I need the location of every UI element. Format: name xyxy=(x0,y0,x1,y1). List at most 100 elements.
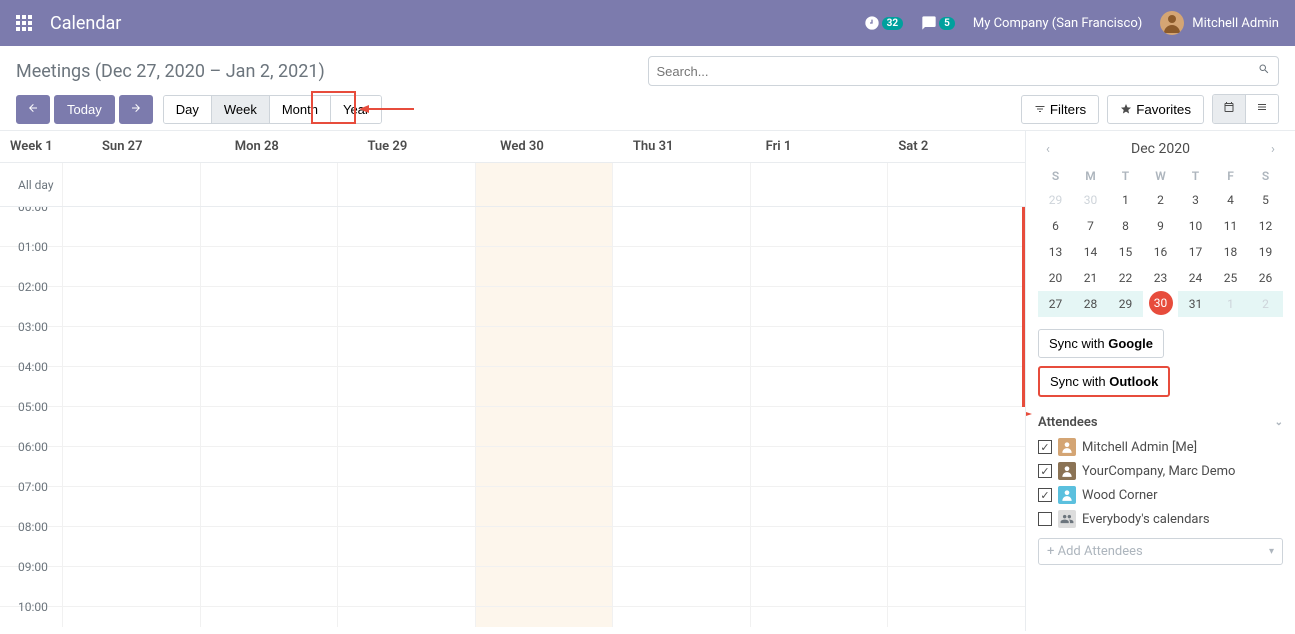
hour-cell[interactable] xyxy=(337,407,475,446)
hour-cell[interactable] xyxy=(612,207,750,246)
hour-cell[interactable] xyxy=(887,527,1025,566)
mini-day[interactable]: 19 xyxy=(1248,239,1283,265)
hour-cell[interactable] xyxy=(887,207,1025,246)
hour-cell[interactable] xyxy=(62,367,200,406)
favorites-button[interactable]: Favorites xyxy=(1107,95,1204,124)
hour-cell[interactable] xyxy=(475,327,613,366)
hour-cell[interactable] xyxy=(62,247,200,286)
hour-cell[interactable] xyxy=(62,207,200,246)
hour-cell[interactable] xyxy=(337,247,475,286)
hour-cell[interactable] xyxy=(750,567,888,606)
mini-day[interactable]: 26 xyxy=(1248,265,1283,291)
hour-cell[interactable] xyxy=(750,527,888,566)
chevron-down-icon[interactable]: ⌄ xyxy=(1275,417,1283,428)
mini-day[interactable]: 1 xyxy=(1108,187,1143,213)
hour-cell[interactable] xyxy=(612,487,750,526)
sync-outlook-button[interactable]: Sync with Outlook xyxy=(1038,366,1170,397)
today-button[interactable]: Today xyxy=(54,95,115,124)
mini-day[interactable]: 30 xyxy=(1073,187,1108,213)
scale-week[interactable]: Week xyxy=(212,96,270,123)
allday-cell[interactable] xyxy=(200,163,338,206)
hour-cell[interactable] xyxy=(200,327,338,366)
mini-prev-icon[interactable]: ‹ xyxy=(1038,142,1058,157)
calendar-view-button[interactable] xyxy=(1213,95,1246,123)
hour-cell[interactable] xyxy=(750,407,888,446)
hour-cell[interactable] xyxy=(62,327,200,366)
hour-cell[interactable] xyxy=(337,567,475,606)
mini-day[interactable]: 10 xyxy=(1178,213,1213,239)
hour-cell[interactable] xyxy=(612,607,750,627)
hour-cell[interactable] xyxy=(200,567,338,606)
hour-cell[interactable] xyxy=(200,247,338,286)
hour-cell[interactable] xyxy=(200,207,338,246)
hour-cell[interactable] xyxy=(887,287,1025,326)
mini-day[interactable]: 24 xyxy=(1178,265,1213,291)
attendee-checkbox[interactable] xyxy=(1038,488,1052,502)
hour-cell[interactable] xyxy=(750,447,888,486)
hour-cell[interactable] xyxy=(887,607,1025,627)
mini-day[interactable]: 23 xyxy=(1143,265,1178,291)
day-header[interactable]: Sun 27 xyxy=(62,139,229,154)
allday-cell[interactable] xyxy=(62,163,200,206)
hour-cell[interactable] xyxy=(887,407,1025,446)
day-header[interactable]: Sat 2 xyxy=(892,139,1025,154)
add-attendee-input[interactable]: + Add Attendees ▾ xyxy=(1038,538,1283,565)
mini-day[interactable]: 20 xyxy=(1038,265,1073,291)
mini-day[interactable]: 6 xyxy=(1038,213,1073,239)
hour-cell[interactable] xyxy=(62,447,200,486)
hour-cell[interactable] xyxy=(62,607,200,627)
hour-cell[interactable] xyxy=(887,247,1025,286)
mini-day[interactable]: 13 xyxy=(1038,239,1073,265)
hour-cell[interactable] xyxy=(337,527,475,566)
mini-day[interactable]: 9 xyxy=(1143,213,1178,239)
hour-cell[interactable] xyxy=(612,527,750,566)
user-menu[interactable]: Mitchell Admin xyxy=(1160,11,1279,35)
hour-cell[interactable] xyxy=(475,367,613,406)
attendee-checkbox[interactable] xyxy=(1038,464,1052,478)
day-header[interactable]: Thu 31 xyxy=(627,139,760,154)
hour-cell[interactable] xyxy=(475,447,613,486)
hour-cell[interactable] xyxy=(337,607,475,627)
mini-day[interactable]: 7 xyxy=(1073,213,1108,239)
time-grid[interactable]: 00:0001:0002:0003:0004:0005:0006:0007:00… xyxy=(0,207,1025,627)
hour-cell[interactable] xyxy=(750,207,888,246)
hour-cell[interactable] xyxy=(750,367,888,406)
hour-cell[interactable] xyxy=(337,367,475,406)
hour-cell[interactable] xyxy=(612,367,750,406)
hour-cell[interactable] xyxy=(200,367,338,406)
apps-menu-icon[interactable] xyxy=(16,15,32,31)
mini-day[interactable]: 2 xyxy=(1248,291,1283,317)
list-view-button[interactable] xyxy=(1246,95,1278,123)
sync-google-button[interactable]: Sync with Google xyxy=(1038,329,1164,358)
scale-day[interactable]: Day xyxy=(164,96,212,123)
mini-day[interactable]: 5 xyxy=(1248,187,1283,213)
hour-cell[interactable] xyxy=(62,407,200,446)
day-header[interactable]: Wed 30 xyxy=(494,139,627,154)
activity-indicator[interactable]: 32 xyxy=(864,15,903,31)
mini-day[interactable]: 30 xyxy=(1149,291,1173,315)
mini-day[interactable]: 17 xyxy=(1178,239,1213,265)
mini-day[interactable]: 21 xyxy=(1073,265,1108,291)
search-box[interactable] xyxy=(648,56,1280,86)
allday-cell[interactable] xyxy=(337,163,475,206)
hour-cell[interactable] xyxy=(337,207,475,246)
attendee-checkbox[interactable] xyxy=(1038,440,1052,454)
hour-cell[interactable] xyxy=(475,247,613,286)
mini-day[interactable]: 14 xyxy=(1073,239,1108,265)
hour-cell[interactable] xyxy=(612,247,750,286)
mini-day[interactable]: 11 xyxy=(1213,213,1248,239)
hour-cell[interactable] xyxy=(887,447,1025,486)
allday-cell[interactable] xyxy=(612,163,750,206)
hour-cell[interactable] xyxy=(337,447,475,486)
day-header[interactable]: Tue 29 xyxy=(361,139,494,154)
next-button[interactable] xyxy=(119,95,153,124)
hour-cell[interactable] xyxy=(612,327,750,366)
hour-cell[interactable] xyxy=(887,567,1025,606)
mini-day[interactable]: 4 xyxy=(1213,187,1248,213)
messaging-indicator[interactable]: 5 xyxy=(921,15,955,31)
day-header[interactable]: Fri 1 xyxy=(760,139,893,154)
mini-day[interactable]: 15 xyxy=(1108,239,1143,265)
attendee-checkbox[interactable] xyxy=(1038,512,1052,526)
hour-cell[interactable] xyxy=(750,327,888,366)
hour-cell[interactable] xyxy=(750,287,888,326)
